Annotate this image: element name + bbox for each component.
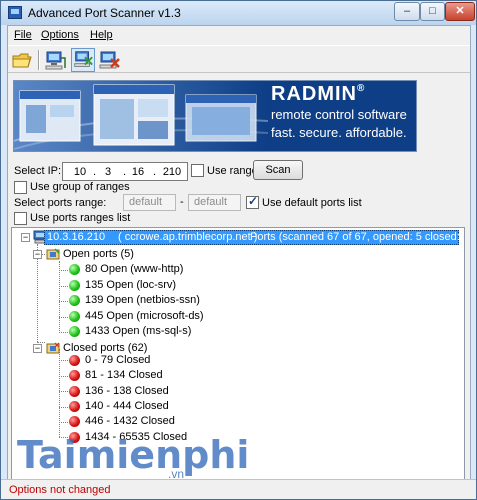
open-port-item[interactable]: 445 Open (microsoft-ds) bbox=[85, 310, 204, 322]
network-scan-icon[interactable] bbox=[71, 48, 95, 72]
app-icon bbox=[8, 6, 22, 19]
closed-port-item[interactable]: 136 - 138 Closed bbox=[85, 385, 169, 397]
open-ports-group-label[interactable]: Open ports (5) bbox=[63, 248, 134, 260]
ports-range-label: Select ports range: bbox=[14, 197, 107, 209]
window-title: Advanced Port Scanner v1.3 bbox=[28, 6, 181, 20]
use-range-checkbox[interactable] bbox=[191, 164, 204, 177]
banner-brand-text: RADMIN bbox=[271, 83, 357, 105]
menu-bar: File Options Help bbox=[8, 26, 470, 44]
open-port-item[interactable]: 80 Open (www-http) bbox=[85, 263, 183, 275]
host-ip: 10.3.16.210 bbox=[47, 231, 106, 243]
ip-address-input[interactable]: 10 . 3 . 16 . 210 bbox=[62, 162, 188, 181]
use-ports-list-label: Use ports ranges list bbox=[30, 212, 131, 224]
ip-octet-3[interactable]: 16 bbox=[127, 166, 149, 178]
port-range-separator: - bbox=[180, 196, 184, 208]
menu-options[interactable]: Options bbox=[41, 29, 79, 41]
closed-status-icon bbox=[69, 355, 80, 366]
open-port-item[interactable]: 139 Open (netbios-ssn) bbox=[85, 294, 200, 306]
select-ip-label: Select IP: bbox=[14, 165, 62, 177]
closed-status-icon bbox=[69, 370, 80, 381]
closed-port-item[interactable]: 140 - 444 Closed bbox=[85, 400, 169, 412]
open-ports-collapse-toggle[interactable]: − bbox=[33, 250, 42, 259]
status-message: Options not changed bbox=[9, 484, 111, 496]
closed-ports-collapse-toggle[interactable]: − bbox=[33, 344, 42, 353]
banner-screenshot-graphic bbox=[14, 81, 269, 151]
closed-port-item[interactable]: 81 - 134 Closed bbox=[85, 369, 163, 381]
use-group-label: Use group of ranges bbox=[30, 181, 130, 193]
use-ports-list-checkbox[interactable] bbox=[14, 212, 27, 225]
ip-octet-4[interactable]: 210 bbox=[159, 166, 185, 178]
open-ports-folder-icon bbox=[46, 247, 60, 261]
closed-status-icon bbox=[69, 401, 80, 412]
open-port-item[interactable]: 1433 Open (ms-sql-s) bbox=[85, 325, 191, 337]
open-port-item[interactable]: 135 Open (loc-srv) bbox=[85, 279, 176, 291]
open-status-icon bbox=[69, 264, 80, 275]
closed-port-item[interactable]: 446 - 1432 Closed bbox=[85, 415, 175, 427]
use-group-checkbox[interactable] bbox=[14, 181, 27, 194]
closed-ports-group-label[interactable]: Closed ports (62) bbox=[63, 342, 147, 354]
status-bar: Options not changed bbox=[1, 479, 476, 499]
ip-dot: . bbox=[153, 166, 157, 178]
radmin-ad-banner[interactable]: RADMIN® remote control software fast. se… bbox=[13, 80, 417, 152]
banner-subtitle: remote control software bbox=[271, 107, 407, 122]
closed-port-item[interactable]: 0 - 79 Closed bbox=[85, 354, 150, 366]
open-status-icon bbox=[69, 295, 80, 306]
use-default-ports-checkbox[interactable] bbox=[246, 194, 259, 209]
open-status-icon bbox=[69, 280, 80, 291]
banner-brand: RADMIN® bbox=[271, 83, 365, 106]
closed-status-icon bbox=[69, 416, 80, 427]
host-summary: Ports (scanned 67 of 67, opened: 5 close… bbox=[250, 231, 465, 243]
ip-octet-1[interactable]: 10 bbox=[69, 166, 91, 178]
toolbar-separator bbox=[38, 50, 40, 70]
closed-ports-folder-icon bbox=[46, 341, 60, 355]
host-name: ( ccrowe.ap.trimblecorp.net ) bbox=[118, 231, 258, 243]
open-status-icon bbox=[69, 326, 80, 337]
banner-tagline: fast. secure. affordable. bbox=[271, 125, 407, 140]
toolbar bbox=[8, 45, 470, 73]
banner-reg-mark: ® bbox=[357, 83, 366, 94]
watermark-logo: Taimienphi bbox=[17, 433, 250, 477]
network-computer-icon[interactable] bbox=[43, 48, 67, 72]
menu-help[interactable]: Help bbox=[90, 29, 113, 41]
ip-dot: . bbox=[123, 166, 127, 178]
open-status-icon bbox=[69, 311, 80, 322]
ip-dot: . bbox=[93, 166, 97, 178]
app-window: Advanced Port Scanner v1.3 – □ ✕ File Op… bbox=[0, 0, 477, 500]
network-stop-icon[interactable] bbox=[97, 48, 121, 72]
host-collapse-toggle[interactable]: − bbox=[21, 233, 30, 242]
use-range-label: Use range bbox=[207, 165, 258, 177]
ip-octet-2[interactable]: 3 bbox=[97, 166, 119, 178]
use-default-ports-label: Use default ports list bbox=[262, 197, 362, 209]
close-button[interactable]: ✕ bbox=[445, 2, 475, 21]
port-to-input[interactable]: default bbox=[188, 194, 241, 211]
open-folder-icon[interactable] bbox=[10, 48, 34, 72]
menu-file[interactable]: File bbox=[14, 29, 32, 41]
maximize-button[interactable]: □ bbox=[420, 2, 445, 21]
port-from-input[interactable]: default bbox=[123, 194, 176, 211]
title-bar[interactable]: Advanced Port Scanner v1.3 – □ ✕ bbox=[1, 1, 476, 25]
closed-status-icon bbox=[69, 386, 80, 397]
minimize-button[interactable]: – bbox=[394, 2, 420, 21]
scan-button[interactable]: Scan bbox=[253, 160, 303, 180]
client-area: File Options Help RADMIN® remote control… bbox=[7, 25, 471, 495]
